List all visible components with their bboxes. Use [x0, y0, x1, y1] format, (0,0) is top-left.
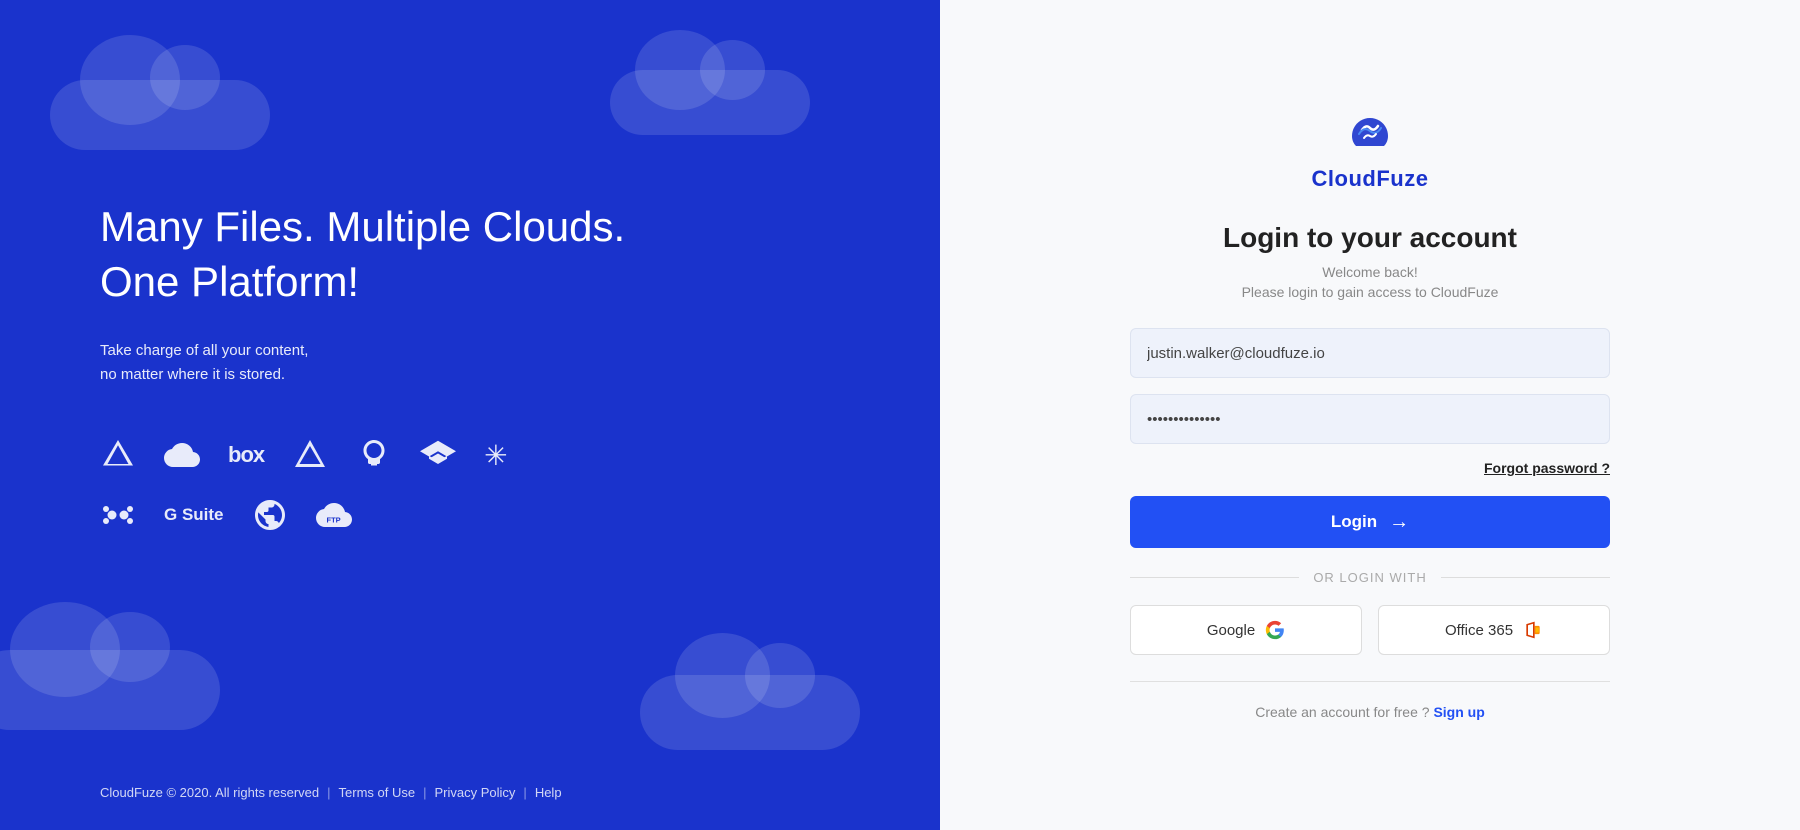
login-title: Login to your account [1223, 222, 1517, 254]
help-link[interactable]: Help [535, 785, 562, 800]
box-icon: box [228, 442, 264, 468]
password-input[interactable] [1130, 394, 1610, 444]
terms-link[interactable]: Terms of Use [339, 785, 416, 800]
cloud-decoration-tl [50, 80, 270, 150]
sftp-icon: FTP [316, 497, 352, 533]
service-icons-row2: G Suite FTP [100, 497, 880, 533]
email-input[interactable] [1130, 328, 1610, 378]
google-login-button[interactable]: Google [1130, 605, 1362, 655]
logo-area: CloudFuze [1312, 110, 1429, 192]
welcome-text: Welcome back! [1322, 264, 1417, 280]
cloud-decoration-bl [0, 650, 220, 730]
forgot-password-container: Forgot password ? [1130, 460, 1610, 478]
signup-text: Create an account for free ? Sign up [1255, 704, 1485, 720]
password-form-group [1130, 394, 1610, 444]
globe-icon [252, 497, 288, 533]
cloudfuze-logo-icon [1340, 110, 1400, 160]
or-text: OR LOGIN WITH [1313, 570, 1426, 585]
service-icons-row1: box ✳ [100, 437, 880, 473]
left-panel: Many Files. Multiple Clouds. One Platfor… [0, 0, 940, 830]
forgot-password-link[interactable]: Forgot password ? [1484, 460, 1610, 476]
subtitle-text: Please login to gain access to CloudFuze [1242, 284, 1499, 300]
hero-title: Many Files. Multiple Clouds. One Platfor… [100, 200, 880, 309]
egnyte-icon [292, 437, 328, 473]
cloud-decoration-tr [610, 70, 810, 135]
gsuite-icon: G Suite [164, 505, 224, 525]
hero-subtitle: Take charge of all your content, no matt… [100, 339, 880, 387]
jira-icon [100, 497, 136, 533]
sharepoint-icon [356, 437, 392, 473]
dropbox-icon [420, 437, 456, 473]
divider-line-left [1130, 577, 1299, 578]
google-icon [1265, 620, 1285, 640]
privacy-link[interactable]: Privacy Policy [435, 785, 516, 800]
logo-text: CloudFuze [1312, 166, 1429, 192]
bottom-divider [1130, 681, 1610, 682]
login-box: CloudFuze Login to your account Welcome … [1130, 110, 1610, 720]
email-form-group [1130, 328, 1610, 378]
svg-text:FTP: FTP [326, 516, 340, 525]
cloud-decoration-br [640, 675, 860, 750]
login-button[interactable]: Login → [1130, 496, 1610, 548]
office365-icon [1523, 620, 1543, 640]
gdrive-icon [100, 437, 136, 473]
or-divider: OR LOGIN WITH [1130, 570, 1610, 585]
office365-login-button[interactable]: Office 365 [1378, 605, 1610, 655]
signup-link[interactable]: Sign up [1433, 704, 1484, 720]
left-footer: CloudFuze © 2020. All rights reserved | … [100, 785, 562, 800]
social-login-buttons: Google Office 365 [1130, 605, 1610, 655]
divider-line-right [1441, 577, 1610, 578]
onedrive-icon [164, 437, 200, 473]
left-content: Many Files. Multiple Clouds. One Platfor… [100, 200, 880, 557]
lotus-icon: ✳ [484, 439, 507, 472]
right-panel: CloudFuze Login to your account Welcome … [940, 0, 1800, 830]
arrow-right-icon: → [1389, 511, 1409, 534]
